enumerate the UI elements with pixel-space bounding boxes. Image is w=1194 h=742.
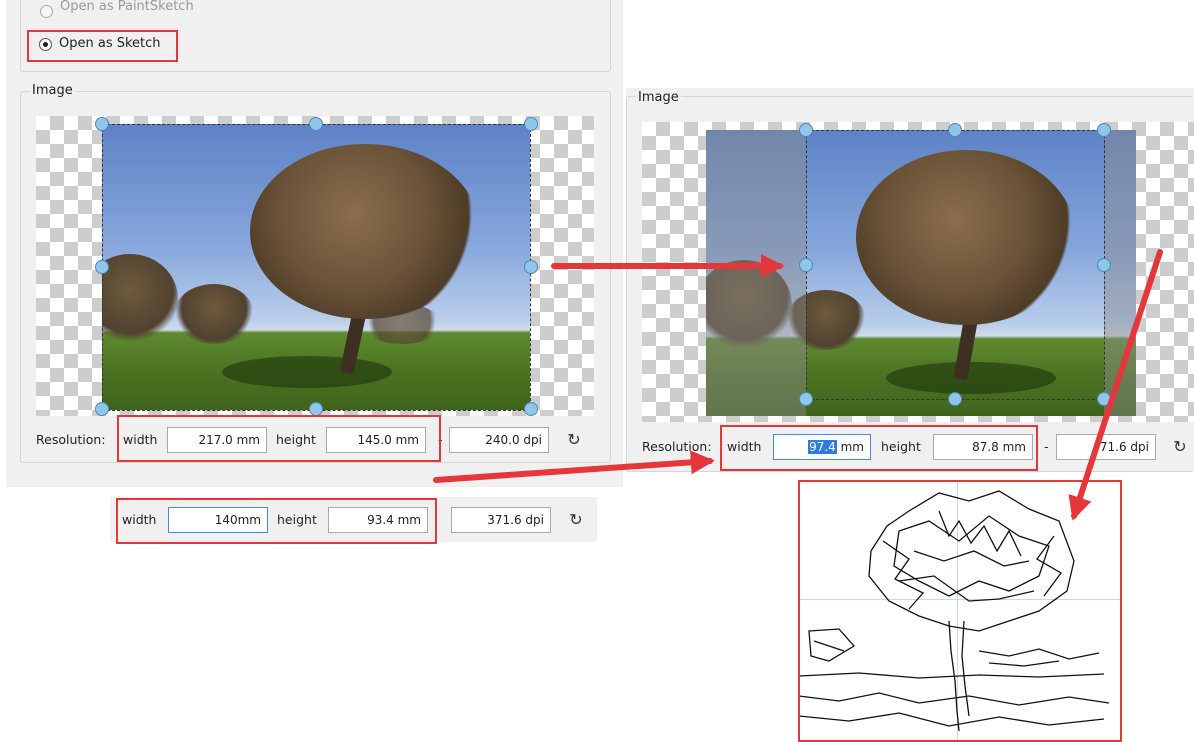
right-crop-handle-tc[interactable] — [948, 123, 962, 137]
image-canvas — [36, 116, 594, 416]
lower-reset-rotate-icon[interactable]: ↻ — [567, 511, 585, 529]
crop-handle-ml[interactable] — [95, 260, 109, 274]
image-group-title: Image — [30, 83, 75, 98]
reset-rotate-icon[interactable]: ↻ — [565, 431, 583, 449]
lower-size-fields-highlight — [116, 498, 437, 544]
right-crop-handle-br[interactable] — [1097, 392, 1111, 406]
right-crop-selection[interactable] — [806, 130, 1105, 400]
right-crop-handle-bc[interactable] — [948, 392, 962, 406]
open-as-paintsketch-label: Open as PaintSketch — [60, 0, 194, 14]
right-reset-rotate-icon[interactable]: ↻ — [1171, 438, 1189, 456]
right-crop-handle-ml[interactable] — [799, 258, 813, 272]
crop-handle-tc[interactable] — [309, 117, 323, 131]
crop-dim-left — [706, 130, 806, 416]
dpi-input[interactable]: 240.0 dpi — [449, 427, 549, 453]
right-size-fields-highlight — [720, 425, 1038, 471]
crop-selection[interactable] — [102, 124, 531, 411]
open-as-paintsketch-radio[interactable] — [40, 5, 53, 18]
crop-handle-br[interactable] — [524, 402, 538, 416]
right-image-group-title: Image — [636, 90, 681, 105]
resolution-label: Resolution: — [36, 432, 106, 447]
crop-handle-tr[interactable] — [524, 117, 538, 131]
size-fields-highlight — [117, 415, 441, 462]
crop-handle-mr[interactable] — [524, 260, 538, 274]
crop-handle-bc[interactable] — [309, 402, 323, 416]
crop-dim-right — [1104, 130, 1136, 416]
right-dpi-input[interactable]: 71.6 dpi — [1056, 434, 1156, 460]
crop-handle-tl[interactable] — [95, 117, 109, 131]
sketch-preview-highlight — [798, 480, 1122, 742]
lower-dpi-input[interactable]: 371.6 dpi — [451, 507, 551, 533]
open-as-sketch-highlight — [27, 30, 178, 62]
right-resolution-label: Resolution: — [642, 439, 712, 454]
left-dialog: Open as PaintSketch Open as Sketch Image… — [6, 0, 623, 487]
right-crop-handle-bl[interactable] — [799, 392, 813, 406]
right-crop-handle-tl[interactable] — [799, 123, 813, 137]
right-dialog: Image Resolution: width 97.4 mm height 8… — [626, 88, 1194, 472]
right-image-canvas — [642, 122, 1194, 422]
right-crop-handle-mr[interactable] — [1097, 258, 1111, 272]
right-crop-handle-tr[interactable] — [1097, 123, 1111, 137]
crop-handle-bl[interactable] — [95, 402, 109, 416]
right-dash-separator: - — [1044, 439, 1049, 454]
